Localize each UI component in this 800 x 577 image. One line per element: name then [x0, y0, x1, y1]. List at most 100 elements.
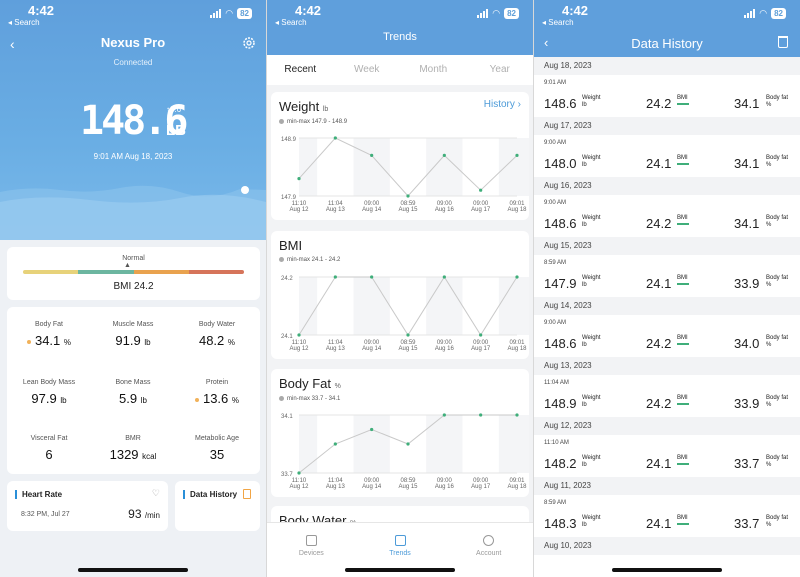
device-title: Nexus Pro [100, 35, 166, 50]
weight-delta: ↑0.6 [166, 105, 182, 114]
bmi-label: BMI [677, 335, 689, 345]
chart-column-band [426, 277, 463, 335]
data-point [297, 177, 301, 181]
data-point [333, 442, 337, 446]
metric-bmr[interactable]: BMR 1329 kcal [91, 435, 175, 462]
weight-unit: LB [166, 122, 186, 139]
bmi-card[interactable]: Normal ▲ BMI 24.2 [7, 247, 260, 300]
bodyfat-label: Body fat% [766, 515, 789, 528]
weight-label: Weight lb [582, 95, 601, 108]
data-point [442, 275, 446, 279]
back-to-search[interactable]: ◂ Search [8, 18, 40, 27]
tick-label: Aug 18 [507, 207, 527, 213]
data-point [442, 413, 446, 417]
history-entry[interactable]: 11:10 AM 148.2 Weight lb 24.1 BMI 33.7 Body fat… [534, 435, 800, 477]
history-entry[interactable]: 9:01 AM 148.6 Weight lb 24.2 BMI 34.1 Body fat% [534, 75, 800, 117]
history-link[interactable]: History › [484, 99, 521, 110]
tick-label: Aug 14 [362, 346, 382, 352]
heart-rate-card[interactable]: Heart Rate ♡ 8:32 PM, Jul 27 93 /min [7, 481, 168, 531]
metrics-grid: Body Fat 34.1 % Muscle Mass 91.9 lb Body Wat… [7, 307, 260, 474]
data-point [406, 442, 410, 446]
day-header: Aug 10, 2023 [534, 537, 800, 555]
history-entry[interactable]: 8:59 AM 148.3 Weight lb 24.1 BMI 33.7 Body fat% [534, 495, 800, 537]
bmi-range: min-max 24.1 - 24.2 [279, 257, 340, 263]
weight-label: Weight lb [582, 155, 601, 168]
wave-marker [241, 186, 249, 194]
back-to-search[interactable]: ◂ Search [542, 18, 574, 27]
tick-label: Aug 13 [326, 207, 346, 213]
signal-icon [210, 9, 222, 18]
chart-column-band [299, 415, 318, 473]
tick-label: Aug 14 [362, 207, 382, 213]
weight-line-chart: 148.9147.911:10Aug 1211:04Aug 1309:00Aug… [281, 136, 529, 213]
gear-icon[interactable] [242, 36, 256, 50]
status-time: 4:42 [28, 3, 55, 18]
metric-bone-mass[interactable]: Bone Mass 5.9 lb [91, 379, 175, 406]
tab-week[interactable]: Week [334, 55, 401, 85]
history-entry[interactable]: 9:00 AM 148.0 Weight lb 24.1 BMI 34.1 Body fat% [534, 135, 800, 177]
entry-bmi: 24.2 [646, 396, 672, 411]
metric-value: 91.9 lb [115, 333, 151, 348]
heart-icon: ♡ [151, 488, 160, 498]
metric-muscle-mass[interactable]: Muscle Mass 91.9 lb [91, 321, 175, 348]
bodyfat-label: Body fat% [766, 395, 789, 408]
data-point [333, 136, 337, 140]
measurement-datetime: 9:01 AM Aug 18, 2023 [93, 152, 173, 161]
entry-bmi: 24.1 [646, 456, 672, 471]
signal-icon [477, 9, 489, 18]
entry-weight: 148.2 [544, 456, 577, 471]
data-point [297, 333, 301, 337]
weight-label: Weight lb [582, 215, 601, 228]
metric-body-water[interactable]: Body Water 48.2 % [175, 321, 259, 348]
history-entry[interactable]: 9:00 AM 148.6 Weight lb 24.2 BMI 34.1 Body fat% [534, 195, 800, 237]
tab-recent[interactable]: Recent [267, 55, 334, 85]
bodyfat-chart-card[interactable]: Body Fat % min-max 33.7 - 34.1 34.1 33.7 1… [271, 369, 529, 497]
tab-year[interactable]: Year [467, 55, 534, 85]
metric-lean-body-mass[interactable]: Lean Body Mass 97.9 lb [7, 379, 91, 406]
status-bar: 4:42 ◂ Search ◠ 82 [267, 0, 533, 30]
entry-bodyfat: 33.9 [734, 276, 760, 291]
history-entry[interactable]: 11:04 AM 148.9 Weight lb 24.2 BMI 33.9 Body fat… [534, 375, 800, 417]
history-entry[interactable]: 9:00 AM 148.6 Weight lb 24.2 BMI 34.0 Body fat% [534, 315, 800, 357]
entry-bodyfat: 34.0 [734, 336, 760, 351]
day-header: Aug 14, 2023 [534, 297, 800, 315]
metric-label: Visceral Fat [30, 435, 68, 442]
tick-label: 24.2 [281, 276, 293, 282]
metric-visceral-fat[interactable]: Visceral Fat 6 [7, 435, 91, 462]
nav-devices[interactable]: Devices [267, 523, 356, 577]
metric-body-fat[interactable]: Body Fat 34.1 % [7, 321, 91, 348]
weight-label: Weight lb [582, 455, 601, 468]
metric-metabolic-age[interactable]: Metabolic Age 35 [175, 435, 259, 462]
devices-icon [305, 535, 317, 546]
metric-protein[interactable]: Protein 13.6 % [175, 379, 259, 406]
nav-account[interactable]: Account [444, 523, 533, 577]
data-point [515, 275, 519, 279]
bodyfat-label: Body fat% [766, 455, 789, 468]
tick-label: Aug 17 [471, 346, 491, 352]
data-point [442, 153, 446, 157]
tick-label: Aug 15 [398, 484, 418, 490]
bmi-label: BMI [677, 515, 689, 525]
tick-label: Aug 13 [326, 484, 346, 490]
data-point [370, 153, 374, 157]
tab-month[interactable]: Month [400, 55, 467, 85]
weight-hero: 4:42 ◂ Search ◠ 82 ‹ Nexus Pro Connected … [0, 0, 266, 240]
metric-label: Bone Mass [115, 379, 151, 386]
signal-icon [744, 9, 756, 18]
data-history-card[interactable]: Data History [175, 481, 260, 531]
weight-range: min-max 147.9 - 148.9 [279, 119, 347, 125]
entry-weight: 148.6 [544, 336, 577, 351]
metric-label: Body Water [198, 321, 236, 328]
history-entry[interactable]: 8:59 AM 147.9 Weight lb 24.1 BMI 33.9 Body fat% [534, 255, 800, 297]
day-header: Aug 15, 2023 [534, 237, 800, 255]
weight-label: Weight lb [582, 395, 601, 408]
bodyfat-label: Body fat% [766, 155, 789, 168]
trash-icon[interactable] [778, 36, 788, 48]
metric-value: 48.2 % [198, 333, 236, 348]
weight-chart-card[interactable]: Weight lb History › min-max 147.9 - 148.… [271, 92, 529, 220]
bmi-chart-card[interactable]: BMI min-max 24.1 - 24.2 24.2 24.1 11:10 Aug… [271, 231, 529, 359]
connection-status: Connected [113, 58, 153, 67]
entry-time: 11:04 AM [544, 380, 569, 386]
back-to-search[interactable]: ◂ Search [275, 18, 307, 27]
trends-panel: 4:42 ◂ Search ◠ 82 Trends Recent Week Mon… [267, 0, 533, 577]
